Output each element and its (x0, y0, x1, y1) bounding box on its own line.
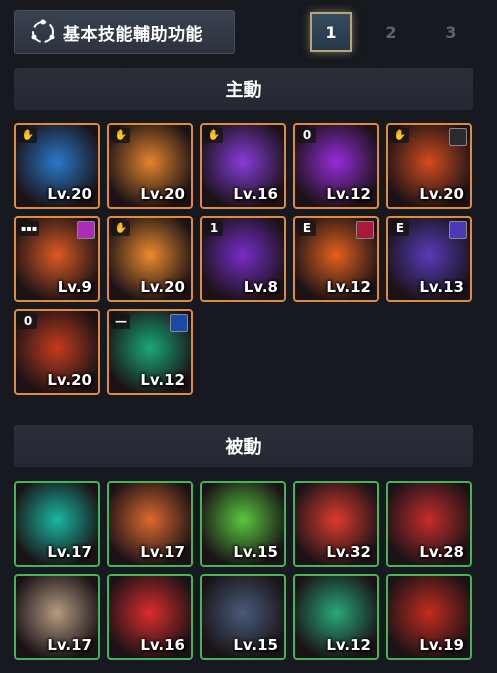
passive-skill-slot[interactable]: Lv.19 (386, 574, 472, 660)
linked-skill-icon (77, 221, 95, 239)
active-skill-slot[interactable]: E Lv.12 (293, 216, 379, 302)
skill-level: Lv.17 (47, 636, 92, 654)
skill-key-badge: 0 (298, 128, 316, 143)
linked-skill-icon (170, 314, 188, 332)
hand-icon: ✋ (391, 128, 409, 143)
hand-icon: ✋ (19, 128, 37, 143)
skill-ring-icon (31, 19, 55, 43)
skill-key-badge: E (298, 221, 316, 236)
skill-level: Lv.32 (326, 543, 371, 561)
passive-skill-slot[interactable]: Lv.32 (293, 481, 379, 567)
hand-icon: ✋ (112, 128, 130, 143)
linked-skill-icon (356, 221, 374, 239)
passive-skill-slot[interactable]: Lv.28 (386, 481, 472, 567)
skill-level: Lv.8 (243, 278, 278, 296)
skill-level: Lv.15 (233, 636, 278, 654)
page-tab-1[interactable]: 1 (310, 12, 352, 52)
header-title: 基本技能輔助功能 (63, 24, 203, 45)
page-tab-3[interactable]: 3 (430, 12, 472, 52)
active-section-title: 主動 (14, 68, 473, 110)
skill-level: Lv.20 (419, 185, 464, 203)
skill-key-badge: 1 (205, 221, 223, 236)
page-tabs: 1 2 3 (310, 12, 490, 52)
skill-level: Lv.12 (140, 371, 185, 389)
skill-level: Lv.9 (57, 278, 92, 296)
active-skill-slot[interactable]: 1 Lv.8 (200, 216, 286, 302)
skill-key-badge: E (391, 221, 409, 236)
hand-icon: ✋ (205, 128, 223, 143)
skill-level: Lv.16 (140, 636, 185, 654)
passive-skill-slot[interactable]: Lv.17 (14, 481, 100, 567)
passive-section-title: 被動 (14, 425, 473, 467)
basic-skill-assist-button[interactable]: 基本技能輔助功能 (14, 10, 235, 54)
skill-level: Lv.13 (419, 278, 464, 296)
skill-level: Lv.19 (419, 636, 464, 654)
active-skill-slot[interactable]: ✋ Lv.20 (107, 216, 193, 302)
active-skill-slot[interactable]: ✋ Lv.20 (386, 123, 472, 209)
linked-skill-icon (449, 221, 467, 239)
linked-skill-icon (449, 128, 467, 146)
skill-level: Lv.20 (140, 185, 185, 203)
active-skill-slot[interactable]: E Lv.13 (386, 216, 472, 302)
active-skill-slot[interactable]: ▪▪▪ Lv.9 (14, 216, 100, 302)
passive-skill-slot[interactable]: Lv.17 (107, 481, 193, 567)
page-tab-2[interactable]: 2 (370, 12, 412, 52)
active-skill-slot[interactable]: 0 Lv.12 (293, 123, 379, 209)
skill-level: Lv.20 (47, 371, 92, 389)
passive-skill-slot[interactable]: Lv.15 (200, 574, 286, 660)
skill-level: Lv.17 (140, 543, 185, 561)
skill-level: Lv.20 (140, 278, 185, 296)
skill-key-badge: 0 (19, 314, 37, 329)
skill-level: Lv.28 (419, 543, 464, 561)
skill-level: Lv.12 (326, 185, 371, 203)
active-skill-slot[interactable]: — Lv.12 (107, 309, 193, 395)
skill-level: Lv.16 (233, 185, 278, 203)
active-skill-slot[interactable]: ✋ Lv.20 (14, 123, 100, 209)
hand-icon: ✋ (112, 221, 130, 236)
dots-icon: ▪▪▪ (19, 221, 40, 236)
active-skill-slot[interactable]: ✋ Lv.20 (107, 123, 193, 209)
skill-level: Lv.17 (47, 543, 92, 561)
passive-skill-slot[interactable]: Lv.12 (293, 574, 379, 660)
passive-skill-slot[interactable]: Lv.16 (107, 574, 193, 660)
passive-skill-slot[interactable]: Lv.17 (14, 574, 100, 660)
skill-level: Lv.12 (326, 278, 371, 296)
active-skill-slot[interactable]: 0 Lv.20 (14, 309, 100, 395)
passive-skill-slot[interactable]: Lv.15 (200, 481, 286, 567)
skill-level: Lv.20 (47, 185, 92, 203)
skill-level: Lv.12 (326, 636, 371, 654)
active-skill-slot[interactable]: ✋ Lv.16 (200, 123, 286, 209)
bar-icon: — (112, 314, 130, 329)
skill-level: Lv.15 (233, 543, 278, 561)
